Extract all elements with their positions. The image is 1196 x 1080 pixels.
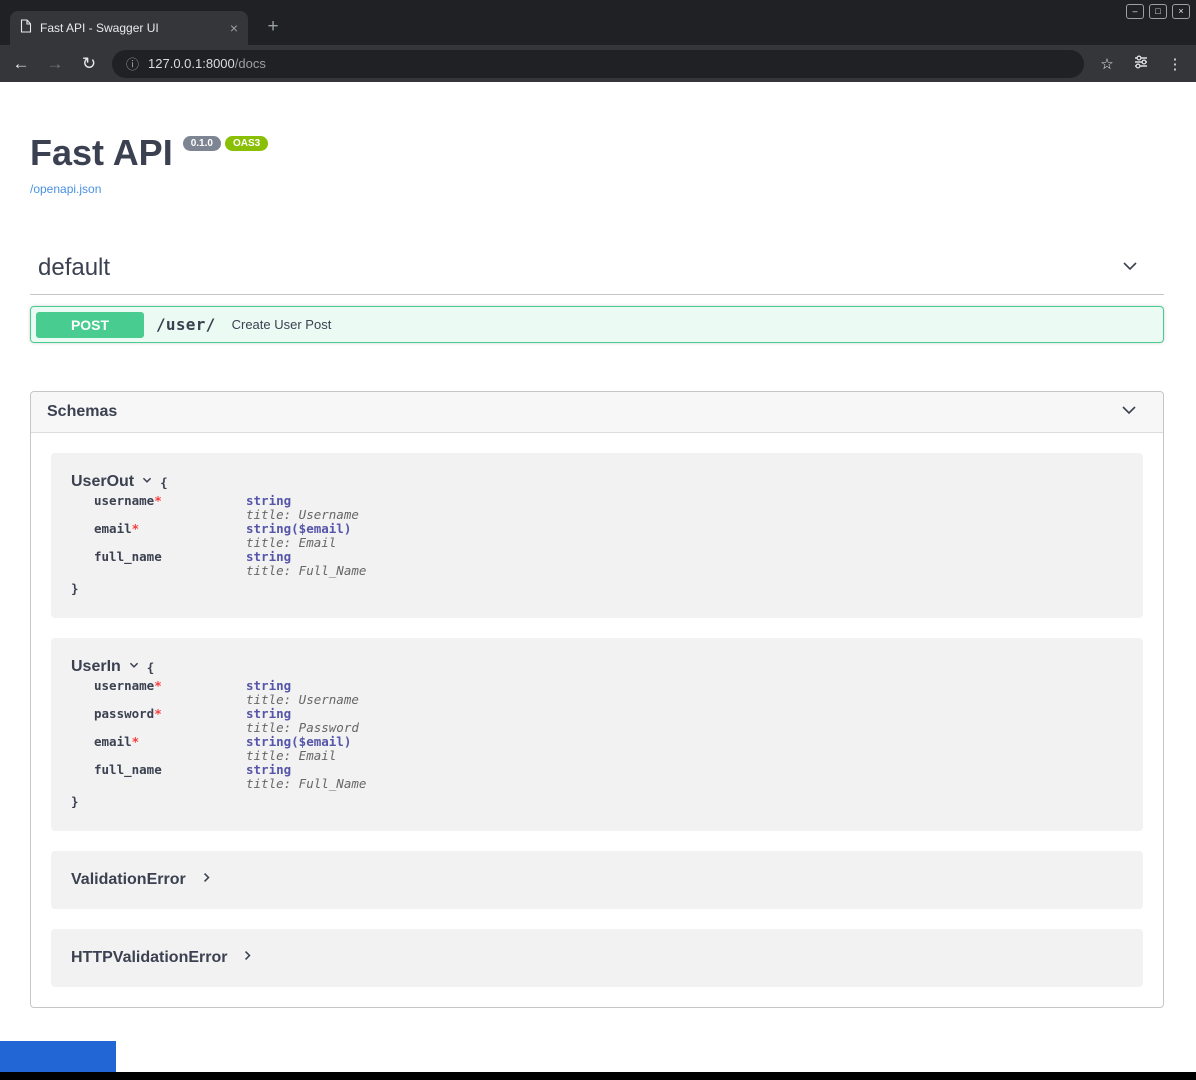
required-star: * [154,706,162,721]
schemas-header[interactable]: Schemas [31,392,1163,433]
model-userout: UserOut { username* string title: Userna… [51,453,1143,618]
tab-title: Fast API - Swagger UI [40,21,222,35]
property-type: string [246,494,359,508]
property-row: full_name string title: Full_Name [94,763,1123,791]
browser-tab[interactable]: Fast API - Swagger UI × [10,11,248,45]
close-brace: } [71,581,79,596]
page-icon [20,19,32,38]
tag-title: default [38,254,110,282]
oas3-badge: OAS3 [225,136,268,151]
site-info-icon[interactable]: ⓘ [126,54,139,73]
property-type: string [246,679,359,693]
chevron-right-icon[interactable] [200,871,213,889]
url-host: 127.0.0.1:8000 [148,56,235,71]
property-name: username [94,678,154,693]
model-title-validationerror[interactable]: ValidationError [71,871,186,889]
window-titlebar: – □ × Fast API - Swagger UI × + [0,0,1196,45]
tag-section-default[interactable]: default [30,254,1164,295]
tab-close-icon[interactable]: × [230,21,238,35]
property-title: title: Full_Name [246,564,366,578]
schemas-title: Schemas [47,403,117,421]
new-tab-button[interactable]: + [260,16,286,38]
swagger-page: Fast API 0.1.0 OAS3 /openapi.json defaul… [0,82,1196,1080]
property-row: email* string($email) title: Email [94,735,1123,763]
api-title-row: Fast API 0.1.0 OAS3 [30,132,1164,174]
required-star: * [154,493,162,508]
window-maximize-button[interactable]: □ [1149,4,1167,19]
property-type: string [246,763,366,777]
forward-icon[interactable]: → [44,54,66,74]
property-title: title: Email [246,749,351,763]
property-type: string [246,550,366,564]
property-title: title: Full_Name [246,777,366,791]
model-validationerror[interactable]: ValidationError [51,851,1143,909]
property-type: string($email) [246,522,351,536]
window-minimize-button[interactable]: – [1126,4,1144,19]
url-path: /docs [235,56,266,71]
menu-icon[interactable]: ⋮ [1164,55,1186,73]
model-title-httpvalidationerror[interactable]: HTTPValidationError [71,949,227,967]
property-list: username* string title: Username passwor… [94,679,1123,791]
model-httpvalidationerror[interactable]: HTTPValidationError [51,929,1143,987]
endpoint-summary: Create User Post [232,317,332,332]
required-star: * [132,521,140,536]
chevron-down-icon[interactable] [1119,400,1139,425]
property-name: full_name [94,549,162,564]
model-title-userout[interactable]: UserOut [71,473,134,491]
version-badge: 0.1.0 [183,136,221,151]
bottom-blue-panel [0,1041,116,1072]
property-title: title: Password [246,721,359,735]
open-brace: { [160,475,168,490]
property-row: full_name string title: Full_Name [94,550,1123,578]
openapi-spec-link[interactable]: /openapi.json [30,182,101,196]
close-brace: } [71,794,79,809]
method-badge: POST [36,312,144,338]
reload-icon[interactable]: ↻ [78,54,100,74]
property-name: username [94,493,154,508]
required-star: * [132,734,140,749]
property-name: password [94,706,154,721]
bookmark-star-icon[interactable]: ☆ [1096,55,1118,73]
api-title: Fast API [30,132,173,174]
extension-icon[interactable] [1130,54,1152,74]
browser-toolbar: ← → ↻ ⓘ 127.0.0.1:8000/docs ☆ ⋮ [0,45,1196,82]
chevron-down-icon[interactable] [128,658,140,676]
property-row: password* string title: Password [94,707,1123,735]
endpoint-path: /user/ [156,315,216,334]
api-info: Fast API 0.1.0 OAS3 /openapi.json [30,82,1164,198]
property-title: title: Email [246,536,351,550]
schemas-body: UserOut { username* string title: Userna… [31,433,1163,1007]
property-type: string [246,707,359,721]
property-row: email* string($email) title: Email [94,522,1123,550]
model-title-userin[interactable]: UserIn [71,658,121,676]
property-title: title: Username [246,508,359,522]
property-list: username* string title: Username email* … [94,494,1123,578]
open-brace: { [147,660,155,675]
property-row: username* string title: Username [94,494,1123,522]
url-bar[interactable]: ⓘ 127.0.0.1:8000/docs [112,50,1084,78]
window-bottom-edge [0,1072,1196,1080]
property-name: email [94,521,132,536]
property-row: username* string title: Username [94,679,1123,707]
window-close-button[interactable]: × [1172,4,1190,19]
window-controls: – □ × [1126,4,1190,19]
property-name: full_name [94,762,162,777]
chevron-right-icon[interactable] [241,949,254,967]
chevron-down-icon[interactable] [141,473,153,491]
property-title: title: Username [246,693,359,707]
property-type: string($email) [246,735,351,749]
required-star: * [154,678,162,693]
back-icon[interactable]: ← [10,54,32,74]
model-userin: UserIn { username* string title: Usernam… [51,638,1143,831]
chevron-down-icon[interactable] [1120,256,1140,281]
property-name: email [94,734,132,749]
opblock-post-user[interactable]: POST /user/ Create User Post [30,306,1164,343]
schemas-section: Schemas UserOut { username* [30,391,1164,1008]
